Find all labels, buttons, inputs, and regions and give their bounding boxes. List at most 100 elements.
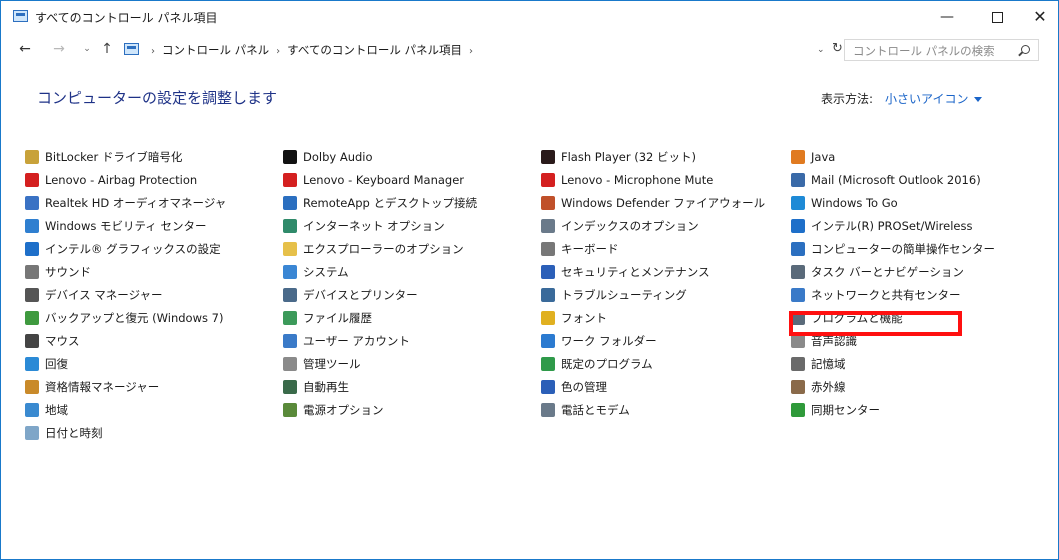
control-panel-item[interactable]: 同期センター [791,400,880,420]
maximize-button[interactable] [987,7,1007,27]
control-panel-item[interactable]: フォント [541,308,607,328]
item-label: マウス [45,334,80,348]
control-panel-item[interactable]: Windows To Go [791,193,898,213]
control-panel-item[interactable]: Flash Player (32 ビット) [541,147,696,167]
admin-tools-icon [283,357,297,371]
date-time-icon [25,426,39,440]
control-panel-item[interactable]: 記憶域 [791,354,846,374]
item-label: コンピューターの簡単操作センター [811,242,995,256]
control-panel-item[interactable]: ワーク フォルダー [541,331,657,351]
control-panel-item[interactable]: デバイス マネージャー [25,285,163,305]
item-label: Windows モビリティ センター [45,219,207,233]
control-panel-item[interactable]: RemoteApp とデスクトップ接続 [283,193,477,213]
control-panel-item[interactable]: 日付と時刻 [25,423,103,443]
control-panel-item[interactable]: 赤外線 [791,377,846,397]
control-panel-item[interactable]: Dolby Audio [283,147,373,167]
file-history-icon [283,311,297,325]
title-bar: すべてのコントロール パネル項目 — ✕ [1,1,1058,33]
control-panel-item[interactable]: BitLocker ドライブ暗号化 [25,147,182,167]
item-label: Realtek HD オーディオマネージャ [45,196,227,210]
window-title: すべてのコントロール パネル項目 [35,11,218,25]
control-panel-item[interactable]: インテル(R) PROSet/Wireless [791,216,972,236]
control-panel-item[interactable]: セキュリティとメンテナンス [541,262,710,282]
minimize-button[interactable]: — [937,7,957,27]
realtek-icon [25,196,39,210]
recovery-icon [25,357,39,371]
item-label: 電話とモデム [561,403,630,417]
airbag-icon [25,173,39,187]
control-panel-item[interactable]: バックアップと復元 (Windows 7) [25,308,223,328]
credential-icon [25,380,39,394]
ease-of-access-icon [791,242,805,256]
control-panel-item[interactable]: インターネット オプション [283,216,445,236]
control-panel-item[interactable]: サウンド [25,262,91,282]
control-panel-item[interactable]: コンピューターの簡単操作センター [791,239,995,259]
control-panel-item[interactable]: ファイル履歴 [283,308,372,328]
control-panel-item[interactable]: 資格情報マネージャー [25,377,159,397]
microphone-mute-icon [541,173,555,187]
item-label: デバイス マネージャー [45,288,163,302]
control-panel-item[interactable]: タスク バーとナビゲーション [791,262,964,282]
control-panel-item[interactable]: 地域 [25,400,68,420]
breadcrumb-control-panel[interactable]: コントロール パネル [162,43,269,57]
control-panel-item[interactable]: 既定のプログラム [541,354,653,374]
control-panel-item[interactable]: Windows モビリティ センター [25,216,206,236]
recent-locations-button[interactable]: ⌄ [79,41,95,57]
forward-button[interactable]: → [51,41,67,57]
explorer-options-icon [283,242,297,256]
control-panel-item[interactable]: Windows Defender ファイアウォール [541,193,765,213]
back-button[interactable]: ← [17,41,33,57]
control-panel-item[interactable]: 管理ツール [283,354,361,374]
item-label: バックアップと復元 (Windows 7) [45,311,224,325]
keyboard-manager-icon [283,173,297,187]
maximize-icon [991,12,1003,23]
address-bar[interactable]: › コントロール パネル › すべてのコントロール パネル項目 › [119,38,815,62]
control-panel-item[interactable]: 電源オプション [283,400,384,420]
breadcrumb-separator[interactable]: › [151,46,155,57]
control-panel-item[interactable]: デバイスとプリンター [283,285,418,305]
control-panel-item[interactable]: キーボード [541,239,619,259]
item-label: Dolby Audio [303,150,373,164]
control-panel-item[interactable]: マウス [25,331,80,351]
item-label: 記憶域 [811,357,846,371]
control-panel-item[interactable]: インテル® グラフィックスの設定 [25,239,221,259]
control-panel-item[interactable]: Java [791,147,835,167]
refresh-button[interactable]: ↻ [832,41,843,56]
remoteapp-icon [283,196,297,210]
search-input[interactable]: コントロール パネルの検索 [844,39,1039,61]
control-panel-item[interactable]: 自動再生 [283,377,349,397]
control-panel-item[interactable]: 回復 [25,354,68,374]
control-panel-item[interactable]: Lenovo - Keyboard Manager [283,170,464,190]
breadcrumb-separator[interactable]: › [276,46,280,57]
control-panel-item[interactable]: Realtek HD オーディオマネージャ [25,193,226,213]
search-icon[interactable] [1021,45,1030,54]
chevron-down-icon[interactable] [974,97,983,102]
view-by: 表示方法: 小さいアイコン [821,90,983,107]
control-panel-item[interactable]: インデックスのオプション [541,216,699,236]
item-label: Mail (Microsoft Outlook 2016) [811,173,981,187]
address-dropdown-button[interactable]: ⌄ [817,45,825,55]
breadcrumb-separator[interactable]: › [469,46,473,57]
control-panel-item[interactable]: エクスプローラーのオプション [283,239,464,259]
control-panel-item[interactable]: トラブルシューティング [541,285,687,305]
up-button[interactable]: ↑ [99,41,115,57]
item-label: トラブルシューティング [561,288,687,302]
control-panel-item[interactable]: 電話とモデム [541,400,630,420]
flash-icon [541,150,555,164]
item-label: 既定のプログラム [561,357,653,371]
device-manager-icon [25,288,39,302]
control-panel-item[interactable]: 色の管理 [541,377,607,397]
breadcrumb-all-items[interactable]: すべてのコントロール パネル項目 [287,43,462,57]
sync-center-icon [791,403,805,417]
view-by-dropdown[interactable]: 小さいアイコン [885,92,968,106]
control-panel-item[interactable]: ネットワークと共有センター [791,285,961,305]
fonts-icon [541,311,555,325]
close-button[interactable]: ✕ [1030,7,1050,27]
control-panel-item[interactable]: Lenovo - Microphone Mute [541,170,713,190]
item-label: タスク バーとナビゲーション [811,265,964,279]
item-label: ネットワークと共有センター [811,288,961,302]
control-panel-item[interactable]: Lenovo - Airbag Protection [25,170,197,190]
control-panel-item[interactable]: ユーザー アカウント [283,331,410,351]
control-panel-item[interactable]: Mail (Microsoft Outlook 2016) [791,170,981,190]
control-panel-item[interactable]: システム [283,262,349,282]
